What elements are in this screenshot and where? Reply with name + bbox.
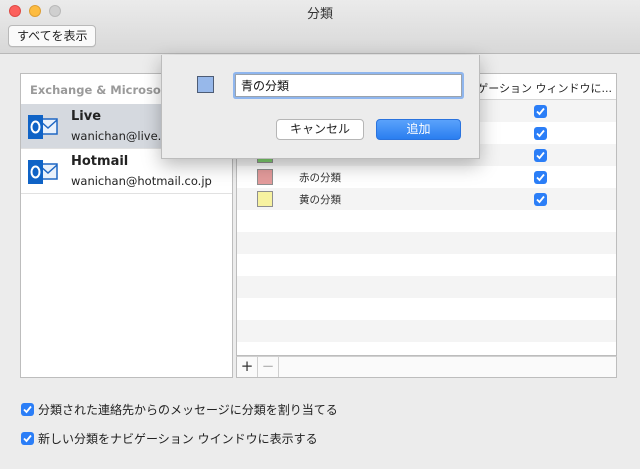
show-all-button[interactable]: すべてを表示 [8,25,97,47]
dialog-color-swatch[interactable] [197,76,214,93]
show-in-nav-checkbox[interactable] [534,149,547,162]
empty-row [237,232,616,254]
empty-row [237,210,616,232]
outlook-icon [28,160,58,184]
category-color-swatch[interactable] [257,169,273,185]
account-name: Live [71,109,102,124]
outlook-icon [28,115,58,139]
cancel-button[interactable]: キャンセル [276,119,364,140]
category-label: 黄の分類 [299,194,341,206]
new-category-sheet: キャンセル 追加 [161,55,480,159]
show-in-nav-checkbox[interactable] [534,127,547,140]
show-in-nav-checkbox[interactable] [534,171,547,184]
category-color-swatch[interactable] [257,191,273,207]
remove-category-button[interactable]: − [258,357,279,377]
empty-row [237,298,616,320]
empty-row [237,276,616,298]
empty-row [237,254,616,276]
category-row[interactable]: 黄の分類 [237,188,616,210]
category-label: 赤の分類 [299,172,341,184]
assign-from-contacts-label: 分類された連絡先からのメッセージに分類を割り当てる [38,403,338,417]
assign-from-contacts-checkbox[interactable] [21,403,34,416]
account-email: wanichan@hotmail.co.jp [71,174,212,188]
column-header-show-in-nav[interactable]: ビゲーション ウィンドウに... [466,80,612,96]
window-title: 分類 [306,7,333,22]
category-name-input[interactable] [235,74,462,97]
category-row[interactable]: 赤の分類 [237,166,616,188]
empty-row [237,320,616,342]
show-new-in-nav-label: 新しい分類をナビゲーション ウインドウに表示する [38,432,318,446]
show-new-in-nav-checkbox[interactable] [21,432,34,445]
categories-preferences-window: 分類 すべてを表示 Exchange & Microsoft ア Live wa… [0,0,640,469]
show-in-nav-checkbox[interactable] [534,193,547,206]
empty-row [237,342,616,355]
account-email: wanichan@live.jp [71,129,172,143]
show-in-nav-checkbox[interactable] [534,105,547,118]
add-button[interactable]: 追加 [376,119,461,140]
title-bar: 分類 すべてを表示 [0,0,640,54]
list-tools: + − [236,356,617,378]
account-name: Hotmail [71,154,129,169]
add-category-button[interactable]: + [237,357,258,377]
